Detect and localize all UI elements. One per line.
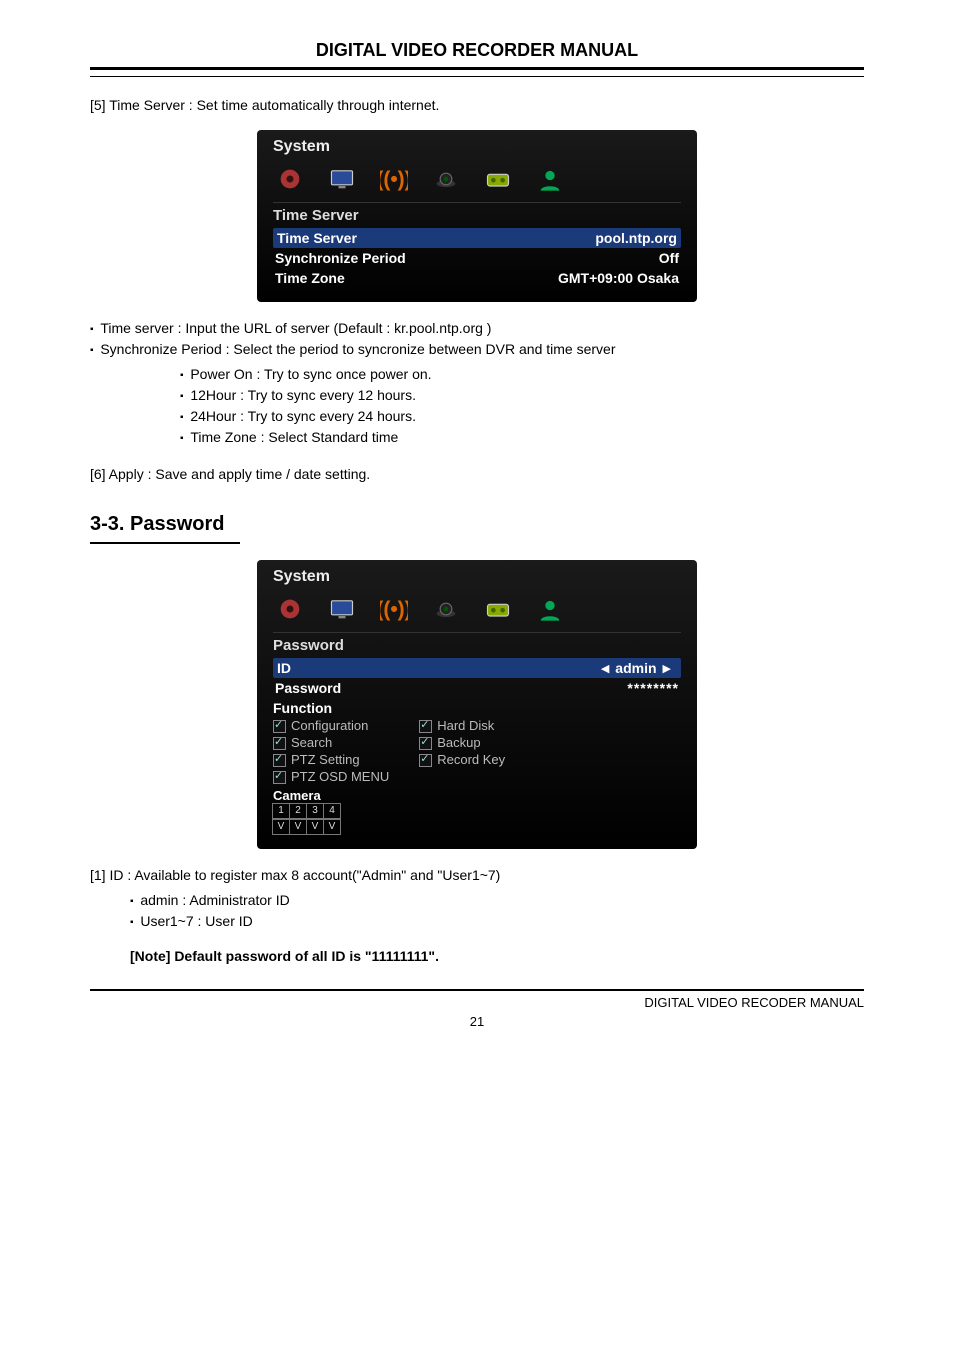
cam-head-3: 3 <box>306 803 324 819</box>
panel2-row-password[interactable]: Password ******** <box>273 678 681 698</box>
arrow-left-icon[interactable]: ◀ <box>595 662 615 675</box>
cam-val-4[interactable]: V <box>323 819 341 835</box>
bullets-sub: Power On : Try to sync once power on. 12… <box>90 364 864 448</box>
func-configuration[interactable]: Configuration <box>273 718 389 733</box>
function-col-right: Hard Disk Backup Record Key <box>419 718 505 784</box>
bullet-sub-timezone: Time Zone : Select Standard time <box>180 427 864 448</box>
cam-head-4: 4 <box>323 803 341 819</box>
checkbox-icon[interactable] <box>273 720 286 733</box>
arrow-right-icon[interactable]: ▶ <box>657 662 677 675</box>
panel1-subhead: Time Server <box>273 207 681 224</box>
panel1-row-zone[interactable]: Time Zone GMT+09:00 Osaka <box>273 268 681 288</box>
bullet-timeserver: Time server : Input the URL of server (D… <box>90 318 864 339</box>
svg-text:((•)): ((•)) <box>380 598 408 621</box>
paragraph-5-intro: [5] Time Server : Set time automatically… <box>90 95 864 116</box>
hdd-icon[interactable] <box>481 164 515 194</box>
panel2-row-id[interactable]: ID ◀ admin ▶ <box>273 658 681 678</box>
user-icon[interactable] <box>533 164 567 194</box>
note-default-password: [Note] Default password of all ID is "11… <box>130 946 864 967</box>
footer-text: DIGITAL VIDEO RECODER MANUAL <box>90 995 864 1010</box>
panel1-row-sync-label: Synchronize Period <box>275 250 406 266</box>
gear-icon[interactable] <box>273 164 307 194</box>
func-harddisk[interactable]: Hard Disk <box>419 718 505 733</box>
panel1-row-server-label: Time Server <box>277 230 357 246</box>
panel1-row-zone-value: GMT+09:00 Osaka <box>558 270 679 286</box>
panel2-row-password-value: ******** <box>627 680 679 696</box>
bullets-main: Time server : Input the URL of server (D… <box>90 318 864 360</box>
cam-val-3[interactable]: V <box>306 819 324 835</box>
paragraph-6-apply: [6] Apply : Save and apply time / date s… <box>90 464 864 485</box>
cam-head-1: 1 <box>272 803 290 819</box>
camera-icon[interactable] <box>429 164 463 194</box>
func-search[interactable]: Search <box>273 735 389 750</box>
panel1-system-label: System <box>273 138 681 156</box>
camera-icon[interactable] <box>429 594 463 624</box>
bullet-sub-12hour: 12Hour : Try to sync every 12 hours. <box>180 385 864 406</box>
panel2-row-id-label: ID <box>277 660 291 676</box>
func-backup[interactable]: Backup <box>419 735 505 750</box>
dvr-panel-password: System ((•)) Password ID ◀ admin ▶ Passw… <box>257 560 697 849</box>
bullet-syncperiod: Synchronize Period : Select the period t… <box>90 339 864 360</box>
func-recordkey[interactable]: Record Key <box>419 752 505 767</box>
panel1-row-server-value: pool.ntp.org <box>595 230 677 246</box>
gear-icon[interactable] <box>273 594 307 624</box>
bullet-admin: admin : Administrator ID <box>130 890 864 911</box>
cam-val-2[interactable]: V <box>289 819 307 835</box>
camera-grid[interactable]: 1 2 3 4 V V V V <box>273 803 681 835</box>
panel2-row-id-value: admin <box>615 660 656 676</box>
antenna-icon[interactable]: ((•)) <box>377 594 411 624</box>
monitor-icon[interactable] <box>325 594 359 624</box>
checkbox-icon[interactable] <box>273 754 286 767</box>
hdd-icon[interactable] <box>481 594 515 624</box>
function-label: Function <box>273 700 681 716</box>
cam-head-2: 2 <box>289 803 307 819</box>
divider-thin <box>90 76 864 77</box>
bullet-sub-poweron: Power On : Try to sync once power on. <box>180 364 864 385</box>
footer-divider: DIGITAL VIDEO RECODER MANUAL <box>90 989 864 1010</box>
panel1-icon-row: ((•)) <box>273 160 681 203</box>
checkbox-icon[interactable] <box>419 720 432 733</box>
checkbox-icon[interactable] <box>273 771 286 784</box>
id-bullets: admin : Administrator ID User1~7 : User … <box>90 890 864 932</box>
checkbox-icon[interactable] <box>419 737 432 750</box>
func-ptz-osd-menu[interactable]: PTZ OSD MENU <box>273 769 389 784</box>
bullet-user: User1~7 : User ID <box>130 911 864 932</box>
panel1-row-sync-value: Off <box>659 250 679 266</box>
checkbox-icon[interactable] <box>419 754 432 767</box>
panel2-subhead: Password <box>273 637 681 654</box>
section-underline <box>90 542 240 544</box>
divider-thick <box>90 67 864 70</box>
page-title: DIGITAL VIDEO RECORDER MANUAL <box>90 40 864 61</box>
panel2-icon-row: ((•)) <box>273 590 681 633</box>
page-number: 21 <box>90 1014 864 1029</box>
panel1-row-zone-label: Time Zone <box>275 270 345 286</box>
panel1-row-sync[interactable]: Synchronize Period Off <box>273 248 681 268</box>
function-columns: Configuration Search PTZ Setting PTZ OSD… <box>273 718 681 784</box>
checkbox-icon[interactable] <box>273 737 286 750</box>
monitor-icon[interactable] <box>325 164 359 194</box>
panel2-row-password-label: Password <box>275 680 341 696</box>
panel1-row-server[interactable]: Time Server pool.ntp.org <box>273 228 681 248</box>
dvr-panel-timeserver: System ((•)) Time Server Time Server poo… <box>257 130 697 302</box>
bullet-sub-24hour: 24Hour : Try to sync every 24 hours. <box>180 406 864 427</box>
camera-label: Camera <box>273 788 681 803</box>
func-ptz-setting[interactable]: PTZ Setting <box>273 752 389 767</box>
function-col-left: Configuration Search PTZ Setting PTZ OSD… <box>273 718 389 784</box>
cam-val-1[interactable]: V <box>272 819 290 835</box>
id-intro: [1] ID : Available to register max 8 acc… <box>90 865 864 886</box>
user-icon[interactable] <box>533 594 567 624</box>
antenna-icon[interactable]: ((•)) <box>377 164 411 194</box>
panel2-system-label: System <box>273 568 681 586</box>
section-3-3-heading: 3-3. Password <box>90 513 864 536</box>
svg-text:((•)): ((•)) <box>380 168 408 191</box>
